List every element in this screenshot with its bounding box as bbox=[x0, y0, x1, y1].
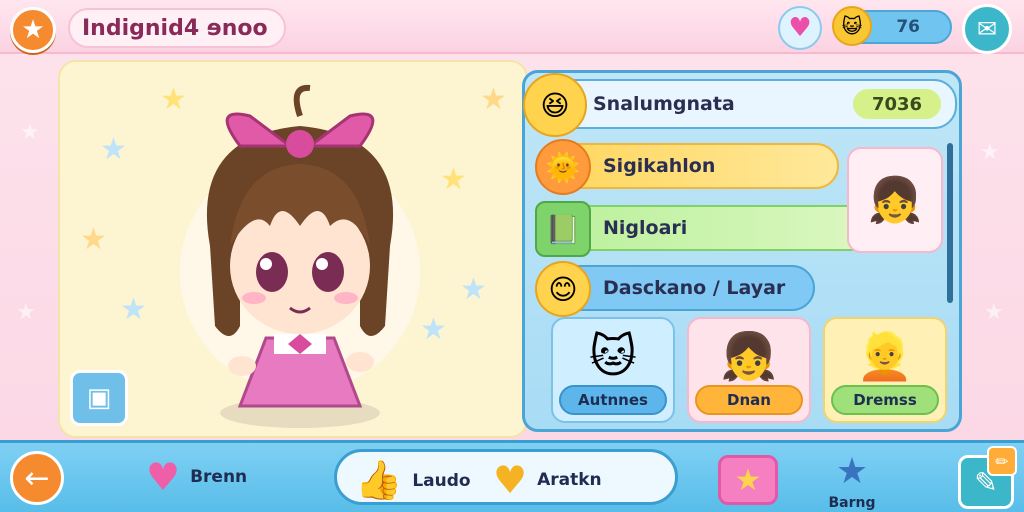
chat-icon: ✉ bbox=[976, 15, 998, 43]
decor-star-icon: ★ bbox=[480, 82, 507, 117]
favorite-label: Brenn bbox=[190, 467, 248, 487]
star-icon: ★ bbox=[835, 451, 869, 492]
like-button[interactable]: 👍 Laudo bbox=[355, 458, 471, 503]
top-bar: ★ Indignid4 ɘnoo ♥ 😺 76 ✉ bbox=[0, 0, 1024, 54]
like-label: Laudo bbox=[412, 470, 471, 491]
score-value: 7036 bbox=[853, 89, 941, 119]
card-dnan[interactable]: 👧 Dnan bbox=[687, 317, 811, 423]
chat-button[interactable]: ✉ bbox=[962, 4, 1012, 54]
card-button[interactable]: Dremss bbox=[831, 385, 939, 415]
card-button[interactable]: Autnnes bbox=[559, 385, 667, 415]
star-button[interactable]: ★ bbox=[10, 7, 56, 53]
favorites-button[interactable]: ♥ bbox=[778, 6, 822, 50]
background-nav-item[interactable]: ★ Barng bbox=[820, 451, 884, 511]
action-pill: 👍 Laudo ♥ Aratkn bbox=[334, 449, 678, 505]
card-button[interactable]: Dnan bbox=[695, 385, 803, 415]
title-banner: Indignid4 ɘnoo bbox=[68, 8, 286, 48]
edit-button[interactable]: ✎ ✏ bbox=[958, 446, 1017, 509]
background-star-icon: ★ bbox=[984, 300, 1004, 325]
thumbs-up-icon: 👍 bbox=[355, 458, 403, 502]
star-icon: ★ bbox=[21, 15, 45, 45]
scrollbar[interactable] bbox=[947, 143, 953, 303]
menu-row-sigikahlon[interactable]: 🌞 Sigikahlon bbox=[535, 139, 839, 195]
decor-star-icon: ★ bbox=[120, 292, 147, 327]
menu-row-layer[interactable]: 😊 Dasckano / Layar bbox=[535, 261, 815, 317]
girl-portrait-icon: 👧 bbox=[720, 328, 778, 383]
card-autnnes[interactable]: 🐱 Autnnes bbox=[551, 317, 675, 423]
friend-character-portrait[interactable]: 👧 bbox=[847, 147, 943, 253]
menu-row-name[interactable]: 😆 Snalumgnata 7036 bbox=[523, 73, 957, 137]
coin-mascot-icon: 😺 bbox=[832, 6, 872, 46]
favorite-nav-item[interactable]: ♥ Brenn bbox=[146, 455, 247, 499]
winged-cat-icon: 🐱 bbox=[589, 329, 637, 383]
heart-bubble-icon: ♥ bbox=[493, 458, 528, 502]
page-title: Indignid4 ɘnoo bbox=[82, 15, 268, 41]
gift-button[interactable]: ★ bbox=[718, 455, 778, 505]
book-icon: 📗 bbox=[535, 201, 591, 257]
star-gift-icon: ★ bbox=[734, 462, 762, 498]
background-label: Barng bbox=[828, 495, 876, 511]
heart-icon: ♥ bbox=[788, 13, 812, 43]
action-button[interactable]: ♥ Aratkn bbox=[493, 458, 602, 502]
background-star-icon: ★ bbox=[980, 140, 1000, 165]
decor-star-icon: ★ bbox=[100, 132, 127, 167]
action-label: Aratkn bbox=[537, 470, 602, 490]
menu-panel: 😆 Snalumgnata 7036 🌞 Sigikahlon 📗 Nigloa… bbox=[522, 70, 962, 432]
decor-star-icon: ★ bbox=[460, 272, 487, 307]
arrow-left-icon: ← bbox=[24, 460, 50, 496]
currency-counter: 😺 76 bbox=[832, 6, 952, 46]
card-dremss[interactable]: 👱 Dremss bbox=[823, 317, 947, 423]
mascot-face-icon: 😆 bbox=[523, 73, 587, 137]
pencil-badge-icon: ✏ bbox=[987, 446, 1017, 476]
heart-icon: ♥ bbox=[146, 455, 181, 499]
background-star-icon: ★ bbox=[20, 120, 40, 145]
blonde-girl-portrait-icon: 👱 bbox=[856, 328, 914, 383]
coin-count: 76 bbox=[896, 17, 920, 37]
photo-album-icon: ▣ bbox=[86, 383, 112, 413]
decor-star-icon: ★ bbox=[440, 162, 467, 197]
sun-face-icon: 🌞 bbox=[535, 139, 591, 195]
bottom-nav-bar: ← ♥ Brenn 👍 Laudo ♥ Aratkn ★ ★ Barng ✎ ✏ bbox=[0, 440, 1024, 512]
background-star-icon: ★ bbox=[16, 300, 36, 325]
album-button[interactable]: ▣ bbox=[70, 370, 128, 426]
smile-face-icon: 😊 bbox=[535, 261, 591, 317]
character-preview-panel: ★ ★ ★ ★ ★ ★ ★ ★ ▣ bbox=[58, 60, 528, 438]
decor-star-icon: ★ bbox=[80, 222, 107, 257]
back-button[interactable]: ← bbox=[10, 451, 64, 505]
